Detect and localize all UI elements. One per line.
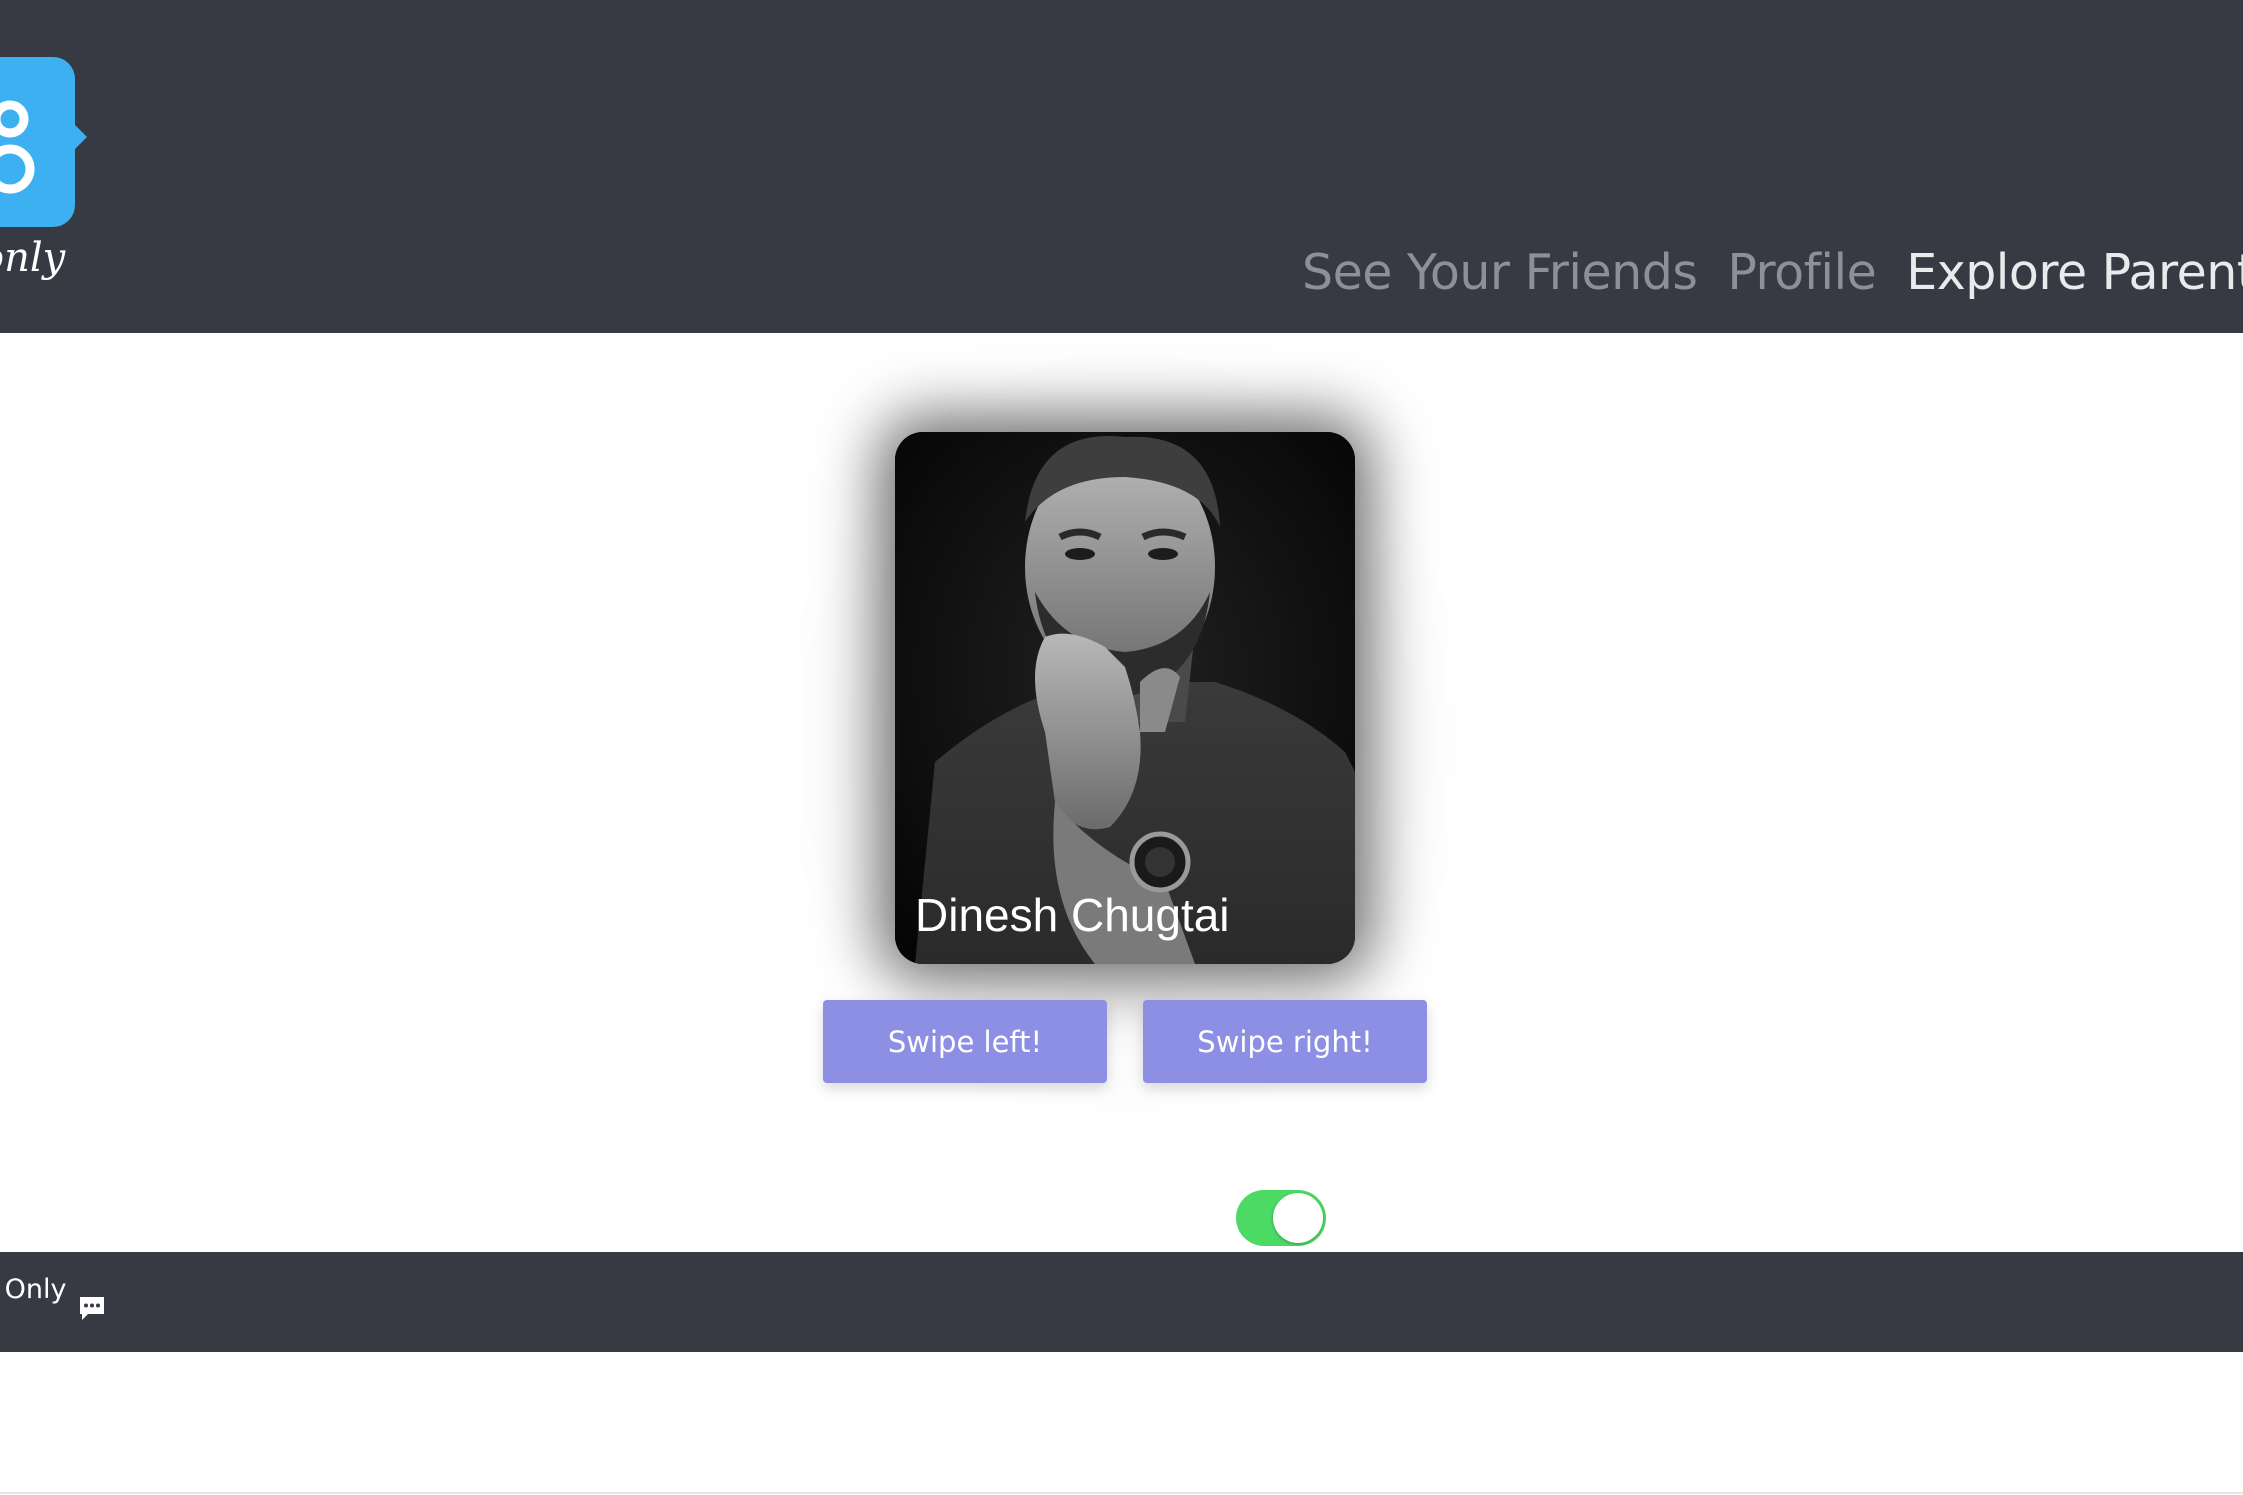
toggle-knob xyxy=(1273,1193,1323,1243)
logo-glyph-icon xyxy=(0,100,35,194)
profile-card[interactable]: Dinesh Chugtai xyxy=(895,432,1355,964)
logo-tile xyxy=(0,57,87,227)
nav-profile[interactable]: Profile xyxy=(1727,248,1876,297)
swipe-left-button[interactable]: Swipe left! xyxy=(823,1000,1107,1083)
page-bottom-divider xyxy=(0,1492,2243,1494)
swipe-right-button[interactable]: Swipe right! xyxy=(1143,1000,1427,1083)
person-photo-icon xyxy=(895,432,1355,964)
footer-brand-text: s Only xyxy=(0,1274,67,1305)
nav-explore-parents[interactable]: Explore Parents xyxy=(1906,248,2243,297)
top-navbar: only See Your Friends Profile Explore Pa… xyxy=(0,0,2243,333)
footer: s Only xyxy=(0,1252,2243,1352)
main-nav: See Your Friends Profile Explore Parents… xyxy=(1302,248,2243,297)
profile-name: Dinesh Chugtai xyxy=(915,889,1230,941)
mode-toggle[interactable] xyxy=(1236,1190,1326,1246)
logo-tagline: only xyxy=(0,235,66,281)
brand-logo[interactable]: only xyxy=(0,57,87,281)
nav-see-your-friends[interactable]: See Your Friends xyxy=(1302,248,1698,297)
chat-icon[interactable] xyxy=(78,1294,106,1322)
